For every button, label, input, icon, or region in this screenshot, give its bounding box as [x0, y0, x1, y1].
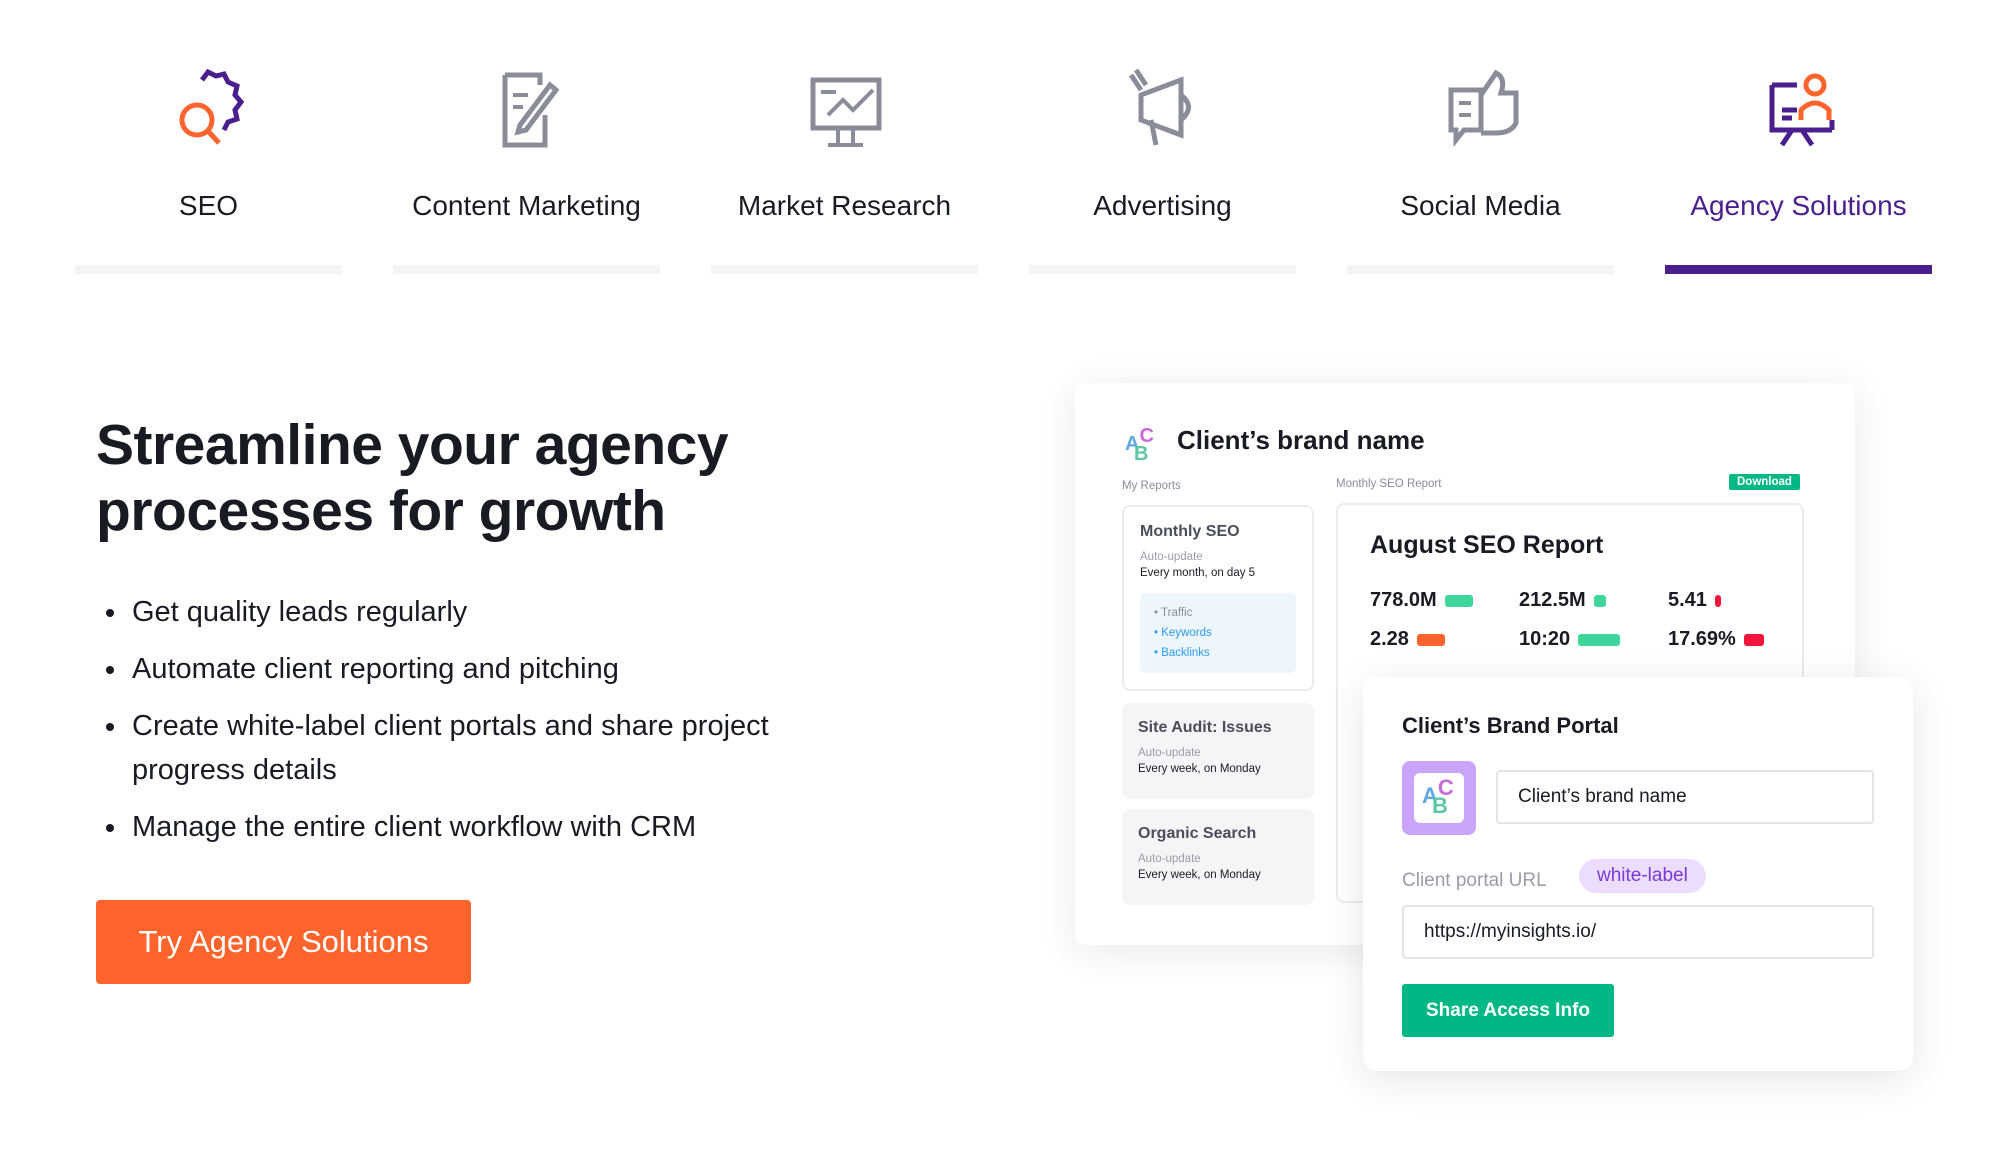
- report-title: Site Audit: Issues: [1138, 719, 1272, 736]
- report-item-monthly-seo[interactable]: Monthly SEO Auto-update Every month, on …: [1122, 505, 1314, 691]
- report-item-organic-search[interactable]: Organic Search Auto-update Every week, o…: [1122, 809, 1314, 905]
- brand-logo-upload[interactable]: AC B: [1402, 761, 1476, 835]
- tab-label: Market Research: [737, 190, 952, 221]
- tab-label: SEO: [178, 190, 239, 221]
- thumbs-up-chat-icon: [1448, 69, 1519, 148]
- list-item: Get quality leads regularly: [104, 590, 864, 634]
- report-title: August SEO Report: [1370, 531, 1604, 559]
- report-item-site-audit[interactable]: Site Audit: Issues Auto-update Every wee…: [1122, 703, 1314, 799]
- tab-market-research[interactable]: Market Research: [711, 0, 978, 275]
- section-traffic[interactable]: • Traffic: [1154, 603, 1282, 623]
- tab-indicator: [1347, 265, 1614, 274]
- section-backlinks[interactable]: • Backlinks: [1154, 643, 1282, 663]
- monitor-chart-icon: [810, 77, 882, 147]
- section-keywords[interactable]: • Keywords: [1154, 623, 1282, 643]
- list-item: Create white-label client portals and sh…: [104, 704, 864, 792]
- report-auto: Auto-update: [1140, 551, 1203, 563]
- edit-document-icon: [502, 72, 560, 148]
- tab-advertising[interactable]: Advertising: [1029, 0, 1296, 275]
- report-schedule: Every week, on Monday: [1138, 763, 1261, 775]
- report-sections: • Traffic • Keywords • Backlinks: [1140, 593, 1296, 673]
- white-label-badge: white-label: [1579, 859, 1706, 893]
- presenter-board-icon: [1769, 73, 1835, 147]
- report-title: Organic Search: [1138, 825, 1257, 842]
- tab-agency-solutions[interactable]: Agency Solutions: [1665, 0, 1932, 275]
- brand-portal-card: Client’s Brand Portal AC B Client’s brand…: [1363, 677, 1913, 1071]
- list-item: Manage the entire client workflow with C…: [104, 805, 864, 849]
- megaphone-icon: [1128, 68, 1191, 146]
- tab-label: Agency Solutions: [1690, 190, 1907, 221]
- report-schedule: Every month, on day 5: [1140, 567, 1256, 579]
- list-item: Automate client reporting and pitching: [104, 647, 864, 691]
- metric: 17.69%: [1668, 628, 1764, 651]
- page-title: Streamline your agency processes for gro…: [96, 413, 729, 543]
- tab-label: Content Marketing: [412, 190, 641, 221]
- download-button[interactable]: Download: [1729, 474, 1800, 490]
- portal-url-input[interactable]: https://myinsights.io/: [1402, 905, 1874, 959]
- metric: 5.41: [1668, 589, 1721, 612]
- try-agency-solutions-button[interactable]: Try Agency Solutions: [96, 900, 471, 984]
- metric: 778.0M: [1370, 589, 1473, 612]
- share-access-info-button[interactable]: Share Access Info: [1402, 984, 1614, 1037]
- report-schedule: Every week, on Monday: [1138, 869, 1261, 881]
- tab-label: Advertising: [1093, 190, 1232, 221]
- feature-list: Get quality leads regularly Automate cli…: [104, 590, 864, 862]
- tab-indicator: [1029, 265, 1296, 274]
- metric: 10:20: [1519, 628, 1621, 651]
- metric: 2.28: [1370, 628, 1445, 651]
- abc-logo-icon: AC B: [1125, 425, 1154, 465]
- abc-logo-icon: AC B: [1414, 773, 1464, 823]
- seo-gear-magnifier-icon: [179, 68, 245, 145]
- tab-indicator: [75, 265, 342, 274]
- my-reports-label: My Reports: [1122, 480, 1181, 492]
- metric: 212.5M: [1519, 589, 1606, 612]
- report-auto: Auto-update: [1138, 853, 1201, 865]
- tab-label: Social Media: [1400, 190, 1561, 221]
- tab-indicator: [711, 265, 978, 274]
- tab-indicator: [1665, 265, 1932, 274]
- report-title: Monthly SEO: [1140, 523, 1240, 540]
- tab-indicator: [393, 265, 660, 274]
- url-label: Client portal URL: [1402, 870, 1547, 891]
- brand-name: Client’s brand name: [1177, 425, 1425, 455]
- report-auto: Auto-update: [1138, 747, 1201, 759]
- tab-seo[interactable]: SEO: [75, 0, 342, 275]
- tab-social-media[interactable]: Social Media: [1347, 0, 1614, 275]
- brand-name-input[interactable]: Client’s brand name: [1496, 770, 1874, 824]
- monthly-report-label: Monthly SEO Report: [1336, 478, 1442, 490]
- portal-title: Client’s Brand Portal: [1402, 713, 1619, 738]
- tab-content-marketing[interactable]: Content Marketing: [393, 0, 660, 275]
